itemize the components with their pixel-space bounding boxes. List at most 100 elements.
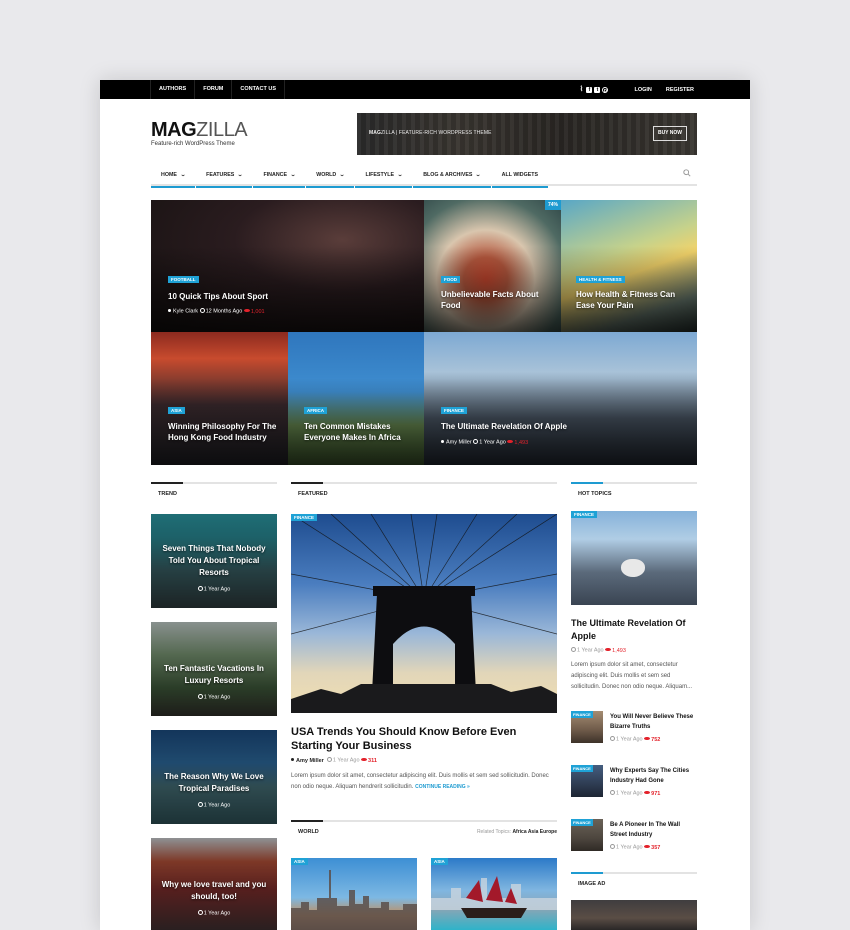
- category-tag[interactable]: FINANCE: [441, 407, 467, 414]
- trend-time: 1 Year Ago: [151, 694, 277, 701]
- post-title[interactable]: How Health & Fitness Can Ease Your Pain: [576, 289, 676, 311]
- post-title[interactable]: Ten Common Mistakes Everyone Makes In Af…: [304, 421, 414, 443]
- featured-meta: Amy Miller 1 Year Ago 311: [291, 757, 377, 764]
- author-icon: [291, 757, 294, 761]
- category-tag[interactable]: ASIA: [291, 858, 308, 865]
- site-logo[interactable]: MAGZILLA Feature-rich WordPress Theme: [151, 119, 248, 147]
- trend-card[interactable]: The Reason Why We Love Tropical Paradise…: [151, 730, 277, 824]
- list-item-title[interactable]: Be A Pioneer In The Wall Street Industry: [610, 820, 697, 840]
- author-icon: [441, 439, 444, 443]
- clock-icon: [610, 844, 615, 849]
- world-post-2[interactable]: ASIA: [431, 858, 557, 930]
- hot-topic-excerpt: Lorem ipsum dolor sit amet, consectetur …: [571, 662, 693, 690]
- trend-title[interactable]: Ten Fantastic Vacations In Luxury Resort…: [157, 663, 271, 687]
- featured-excerpt: Lorem ipsum dolor sit amet, consectetur …: [291, 773, 549, 790]
- thumbnail[interactable]: FINANCE: [571, 819, 603, 851]
- top-link-forum[interactable]: FORUM: [194, 80, 231, 99]
- featured-image[interactable]: FINANCE: [291, 514, 557, 713]
- hero-post-2[interactable]: 74% FOOD Unbelievable Facts About Food: [424, 200, 561, 332]
- trend-card[interactable]: Ten Fantastic Vacations In Luxury Resort…: [151, 622, 277, 716]
- logo-light: ZILLA: [196, 119, 248, 141]
- section-header-image-ad: IMAGE AD: [571, 872, 697, 888]
- clock-icon: [571, 647, 576, 652]
- register-link[interactable]: REGISTER: [666, 87, 694, 93]
- trend-title[interactable]: The Reason Why We Love Tropical Paradise…: [157, 771, 271, 795]
- eye-icon: [243, 308, 250, 312]
- section-header-featured: FEATURED: [291, 482, 557, 498]
- top-link-contact[interactable]: CONTACT US: [231, 80, 286, 99]
- top-bar: AUTHORS FORUM CONTACT US ⌇ f t p LOGIN R…: [100, 80, 750, 99]
- hot-list-item[interactable]: FINANCE Be A Pioneer In The Wall Street …: [571, 819, 697, 859]
- post-title[interactable]: 10 Quick Tips About Sport: [168, 291, 268, 302]
- list-item-title[interactable]: You Will Never Believe These Bizarre Tru…: [610, 712, 697, 732]
- clock-icon: [197, 802, 203, 807]
- featured-title[interactable]: USA Trends You Should Know Before Even S…: [291, 725, 557, 753]
- rss-icon[interactable]: ⌇: [578, 86, 584, 93]
- eye-icon: [644, 790, 651, 794]
- hero-post-1[interactable]: FOOTBALL 10 Quick Tips About Sport Kyle …: [151, 200, 424, 332]
- trend-card[interactable]: Why we love travel and you should, too! …: [151, 838, 277, 930]
- trend-title[interactable]: Seven Things That Nobody Told You About …: [157, 543, 271, 579]
- pinterest-icon[interactable]: p: [602, 86, 609, 94]
- trend-time: 1 Year Ago: [151, 802, 277, 809]
- category-tag[interactable]: FOOD: [441, 276, 460, 283]
- nav-item-all-widgets[interactable]: ALL WIDGETS: [491, 166, 549, 188]
- hot-topic-title[interactable]: The Ultimate Revelation Of Apple: [571, 617, 697, 643]
- category-tag[interactable]: FOOTBALL: [168, 276, 199, 283]
- category-tag[interactable]: FINANCE: [571, 511, 597, 518]
- related-topic-links[interactable]: Africa Asia Europe: [512, 829, 557, 835]
- category-tag[interactable]: FINANCE: [291, 514, 317, 521]
- post-title[interactable]: The Ultimate Revelation Of Apple: [441, 421, 567, 432]
- junk-boat: [431, 876, 557, 918]
- sidebar-image-ad[interactable]: [571, 900, 697, 930]
- category-tag[interactable]: AFRICA: [304, 407, 327, 414]
- continue-reading-link[interactable]: CONTINUE READING »: [415, 784, 470, 790]
- clock-icon: [199, 308, 205, 313]
- nav-item-features[interactable]: FEATURES ⌄: [196, 166, 253, 188]
- trend-time: 1 Year Ago: [151, 586, 277, 593]
- clock-icon: [197, 910, 203, 915]
- twitter-icon[interactable]: t: [594, 86, 601, 93]
- category-tag[interactable]: HEALTH & FITNESS: [576, 276, 625, 283]
- hot-topic-image[interactable]: FINANCE: [571, 511, 697, 605]
- post-title[interactable]: Winning Philosophy For The Hong Kong Foo…: [168, 421, 278, 443]
- trend-card[interactable]: Seven Things That Nobody Told You About …: [151, 514, 277, 608]
- hero-post-6[interactable]: FINANCE The Ultimate Revelation Of Apple…: [424, 332, 697, 465]
- search-icon[interactable]: [683, 169, 691, 177]
- nav-item-lifestyle[interactable]: LIFESTYLE ⌄: [355, 166, 413, 188]
- list-item-title[interactable]: Why Experts Say The Cities Industry Had …: [610, 766, 697, 786]
- thumbnail[interactable]: FINANCE: [571, 765, 603, 797]
- hot-list-item[interactable]: FINANCE Why Experts Say The Cities Indus…: [571, 765, 697, 805]
- category-tag[interactable]: ASIA: [168, 407, 185, 414]
- chevron-down-icon: ⌄: [339, 172, 346, 178]
- post-title[interactable]: Unbelievable Facts About Food: [441, 289, 541, 311]
- buy-now-button[interactable]: BUY NOW: [653, 126, 687, 141]
- eye-icon: [361, 757, 368, 761]
- hot-list-item[interactable]: FINANCE You Will Never Believe These Biz…: [571, 711, 697, 751]
- chevron-down-icon: ⌄: [237, 172, 244, 178]
- list-item-meta: 1 Year Ago 357: [610, 844, 660, 851]
- hero-post-4[interactable]: ASIA Winning Philosophy For The Hong Kon…: [151, 332, 288, 465]
- chevron-down-icon: ⌄: [290, 172, 297, 178]
- list-item-meta: 1 Year Ago 752: [610, 736, 660, 743]
- facebook-icon[interactable]: f: [586, 86, 593, 93]
- eye-icon: [644, 844, 651, 848]
- header-banner-ad[interactable]: MAGZILLA | FEATURE-RICH WORDPRESS THEME …: [357, 113, 697, 155]
- skyline: [291, 870, 417, 930]
- trend-title[interactable]: Why we love travel and you should, too!: [157, 879, 271, 903]
- clock-icon: [610, 790, 615, 795]
- top-link-authors[interactable]: AUTHORS: [150, 80, 194, 99]
- nav-item-world[interactable]: WORLD ⌄: [306, 166, 355, 188]
- hero-post-5[interactable]: AFRICA Ten Common Mistakes Everyone Make…: [288, 332, 424, 465]
- clock-icon: [326, 757, 332, 762]
- login-link[interactable]: LOGIN: [634, 87, 651, 93]
- clock-icon: [473, 439, 479, 444]
- review-score-badge: 74%: [544, 200, 561, 210]
- thumbnail[interactable]: FINANCE: [571, 711, 603, 743]
- nav-item-finance[interactable]: FINANCE ⌄: [253, 166, 306, 188]
- hero-post-3[interactable]: HEALTH & FITNESS How Health & Fitness Ca…: [561, 200, 697, 332]
- nav-item-home[interactable]: HOME ⌄: [151, 166, 196, 188]
- category-tag[interactable]: ASIA: [431, 858, 448, 865]
- world-post-1[interactable]: ASIA: [291, 858, 417, 930]
- nav-item-blog-archives[interactable]: BLOG & ARCHIVES ⌄: [413, 166, 491, 188]
